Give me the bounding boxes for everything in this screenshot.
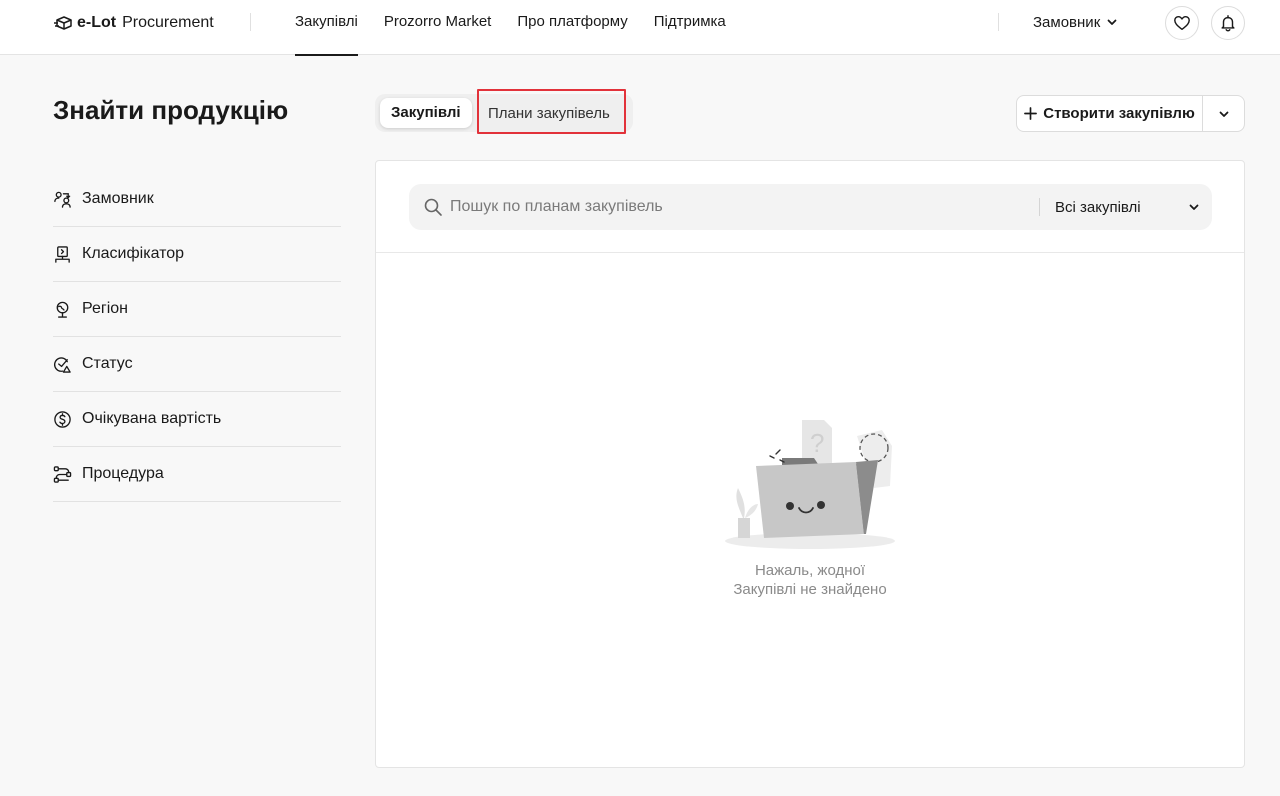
filter-label: Статус [82,355,133,372]
heart-icon [1174,15,1190,31]
chevron-down-icon [1107,19,1117,25]
filter-label: Очікувана вартість [82,410,222,427]
top-header: e-Lot Procurement Закупівлі Prozorro Mar… [0,0,1280,56]
header-divider [250,13,251,31]
tab-procurement-plans[interactable]: Плани закупівель [477,89,626,134]
results-panel: Всі закупівлі ? Нажаль, жодної Закупівлі… [375,160,1245,768]
filter-label: Замовник [82,190,154,207]
svg-text:?: ? [810,428,824,458]
create-procurement-group: Створити закупівлю [1016,95,1245,132]
page-title: Знайти продукцію [53,95,289,125]
empty-state-line2: Закупівлі не знайдено [733,581,887,598]
filter-label: Процедура [82,465,164,482]
filter-status[interactable]: Статус [53,337,341,392]
chevron-down-icon [1219,111,1228,117]
nav-item-procurements[interactable]: Закупівлі [295,0,358,56]
filter-expected-value[interactable]: Очікувана вартість [53,392,341,447]
bell-icon [1221,15,1235,32]
procurement-type-select[interactable]: Всі закупівлі [1055,184,1200,230]
search-area: Всі закупівлі [376,161,1244,253]
create-procurement-label: Створити закупівлю [1043,105,1195,122]
procedure-icon [53,465,72,483]
content-tabs: Закупівлі Плани закупівель [375,89,633,134]
search-divider [1039,198,1040,216]
filter-label: Регіон [82,300,128,317]
create-options-dropdown[interactable] [1203,96,1244,131]
chevron-down-icon [1189,204,1199,210]
nav-item-support[interactable]: Підтримка [654,0,726,55]
filter-list: Замовник Класифікатор Регіон Статус Очік… [53,172,341,502]
empty-state-line1: Нажаль, жодної [754,562,866,579]
favorites-button[interactable] [1165,6,1199,40]
role-selector[interactable]: Замовник [1033,0,1118,44]
logo-brand: e-Lot [77,14,117,31]
plus-icon [1024,107,1038,120]
empty-state-message: Нажаль, жодної Закупівлі не знайдено [376,561,1244,599]
search-input[interactable] [450,184,1030,230]
filter-procedure[interactable]: Процедура [53,447,341,502]
region-icon [56,301,69,318]
filter-region[interactable]: Регіон [53,282,341,337]
logo-subtitle: Procurement [122,14,214,31]
empty-folder-illustration: ? [725,420,895,549]
classifier-icon [55,245,70,263]
tab-procurements[interactable]: Закупівлі [380,98,472,128]
logo-icon [54,16,72,30]
search-icon [424,198,442,216]
main-nav: Закупівлі Prozorro Market Про платформу … [295,0,726,56]
header-divider-right [998,13,999,31]
nav-item-prozorro-market[interactable]: Prozorro Market [384,0,492,55]
create-procurement-button[interactable]: Створити закупівлю [1017,96,1203,131]
select-value: Всі закупівлі [1055,198,1141,216]
customer-icon [54,191,71,208]
notifications-button[interactable] [1211,6,1245,40]
role-label: Замовник [1033,13,1101,31]
dollar-icon [54,410,71,428]
nav-item-about-platform[interactable]: Про платформу [517,0,627,55]
filter-label: Класифікатор [82,245,185,262]
status-icon [54,356,71,373]
logo[interactable]: e-Lot Procurement [53,12,214,34]
search-bar: Всі закупівлі [409,184,1212,230]
filter-classifier[interactable]: Класифікатор [53,227,341,282]
filter-customer[interactable]: Замовник [53,172,341,227]
